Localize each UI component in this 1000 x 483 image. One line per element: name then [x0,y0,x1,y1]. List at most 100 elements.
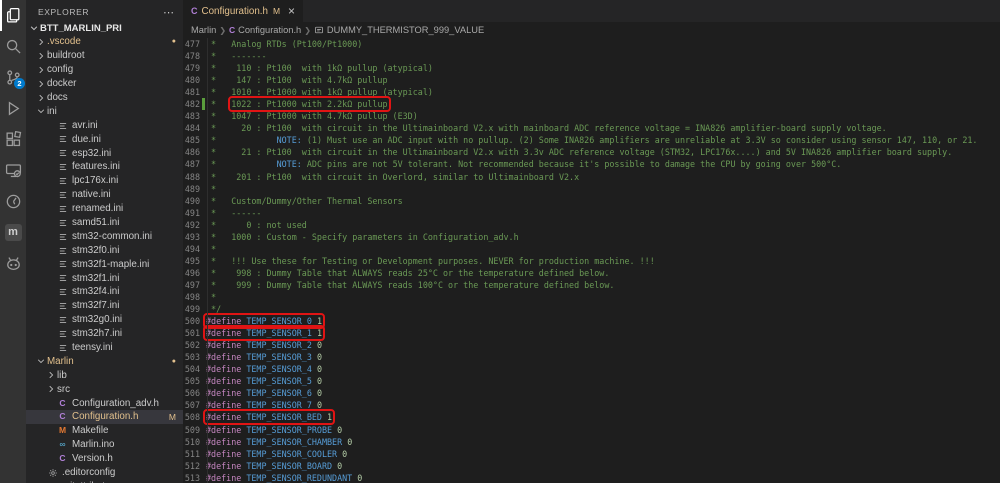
line-number[interactable]: 495 [183,255,200,267]
breadcrumb-item[interactable]: Configuration.h [238,25,301,35]
line-number[interactable]: 486 [183,146,200,158]
code-text: #define TEMP_SENSOR_0 1 [206,315,322,327]
gutter-indicator [202,171,205,183]
line-number[interactable]: 479 [183,62,200,74]
tree-item-teensy-ini[interactable]: teensy.ini [26,341,183,355]
line-number[interactable]: 485 [183,134,200,146]
line-number[interactable]: 496 [183,267,200,279]
code-editor[interactable]: 477 * Analog RTDs (Pt100/Pt1000)478 * --… [183,38,1000,483]
line-number[interactable]: 488 [183,171,200,183]
tree-item-samd51-ini[interactable]: samd51.ini [26,216,183,230]
tree-item-native-ini[interactable]: native.ini [26,188,183,202]
code-text: * 147 : Pt100 with 4.7kΩ pullup [206,74,388,86]
line-number[interactable]: 511 [183,448,200,460]
activity-timer-icon[interactable] [0,186,26,217]
tree-item-due-ini[interactable]: due.ini [26,132,183,146]
workspace-root[interactable]: BTT_MARLIN_PRI [26,21,183,35]
line-number[interactable]: 508 [183,411,200,423]
line-number[interactable]: 483 [183,110,200,122]
line-number[interactable]: 510 [183,436,200,448]
tree-item-configuration-h[interactable]: CConfiguration.hM [26,410,183,424]
close-icon[interactable]: × [288,6,295,16]
activity-search-icon[interactable] [0,31,26,62]
tree-item-label: esp32.ini [72,148,183,159]
tree-item-configuration-adv-h[interactable]: CConfiguration_adv.h [26,396,183,410]
tree-item-stm32f1-ini[interactable]: stm32f1.ini [26,271,183,285]
activity-explorer-icon[interactable] [0,0,26,31]
line-number[interactable]: 477 [183,38,200,50]
tree-item-makefile[interactable]: MMakefile [26,424,183,438]
activity-source-control-icon[interactable]: 2 [0,62,26,93]
tree-item-docs[interactable]: docs [26,91,183,105]
tree-item-stm32f0-ini[interactable]: stm32f0.ini [26,243,183,257]
line-number[interactable]: 507 [183,399,200,411]
tree-item-label: renamed.ini [72,203,183,214]
tree-item-stm32f7-ini[interactable]: stm32f7.ini [26,299,183,313]
tree-item--editorconfig[interactable]: .editorconfig [26,466,183,480]
line-number[interactable]: 478 [183,50,200,62]
tree-item-stm32-common-ini[interactable]: stm32-common.ini [26,229,183,243]
breadcrumb-item[interactable]: DUMMY_THERMISTOR_999_VALUE [327,25,484,35]
tree-item-ini[interactable]: ini [26,104,183,118]
tree-item-buildroot[interactable]: buildroot [26,49,183,63]
more-actions-icon[interactable]: ⋯ [163,6,175,19]
tree-item-marlin[interactable]: Marlin● [26,354,183,368]
tree-item-stm32f4-ini[interactable]: stm32f4.ini [26,285,183,299]
line-number[interactable]: 498 [183,291,200,303]
tree-item-label: lpc176x.ini [72,175,183,186]
tree-item-label: stm32h7.ini [72,328,183,339]
line-number[interactable]: 481 [183,86,200,98]
line-number[interactable]: 487 [183,158,200,170]
code-text: #define TEMP_SENSOR_PROBE 0 [206,424,342,436]
line-number[interactable]: 509 [183,424,200,436]
gutter-indicator [202,472,205,483]
line-number[interactable]: 490 [183,195,200,207]
tree-item--vscode[interactable]: .vscode● [26,35,183,49]
line-number[interactable]: 480 [183,74,200,86]
line-number[interactable]: 505 [183,375,200,387]
activity-platformio-icon[interactable] [0,248,26,279]
line-number[interactable]: 484 [183,122,200,134]
line-number[interactable]: 489 [183,183,200,195]
activity-extensions-icon[interactable] [0,124,26,155]
tree-item-version-h[interactable]: CVersion.h [26,452,183,466]
line-number[interactable]: 513 [183,472,200,483]
line-number[interactable]: 512 [183,460,200,472]
line-number[interactable]: 506 [183,387,200,399]
line-number[interactable]: 504 [183,363,200,375]
tree-item-marlin-ino[interactable]: ∞Marlin.ino [26,438,183,452]
line-number[interactable]: 491 [183,207,200,219]
tree-item-lpc176x-ini[interactable]: lpc176x.ini [26,174,183,188]
tree-item--gitattributes[interactable]: .gitattributes [26,480,183,483]
breadcrumb-item[interactable]: Marlin [191,25,216,35]
tree-item-stm32f1-maple-ini[interactable]: stm32f1-maple.ini [26,257,183,271]
line-number[interactable]: 494 [183,243,200,255]
activity-remote-explorer-icon[interactable] [0,155,26,186]
line-number[interactable]: 500 [183,315,200,327]
tree-item-stm32g0-ini[interactable]: stm32g0.ini [26,313,183,327]
line-number[interactable]: 499 [183,303,200,315]
line-number[interactable]: 482 [183,98,200,110]
tree-item-docker[interactable]: docker [26,77,183,91]
activity-run-and-debug-icon[interactable] [0,93,26,124]
line-number[interactable]: 501 [183,327,200,339]
tree-item-features-ini[interactable]: features.ini [26,160,183,174]
tree-item-src[interactable]: src [26,382,183,396]
code-text: * 998 : Dummy Table that ALWAYS reads 25… [206,267,609,279]
tab-configuration-h[interactable]: C Configuration.h M × [183,0,303,22]
tree-item-lib[interactable]: lib [26,368,183,382]
tree-item-avr-ini[interactable]: avr.ini [26,118,183,132]
line-number[interactable]: 502 [183,339,200,351]
code-text: #define TEMP_SENSOR_REDUNDANT 0 [206,472,362,483]
tree-item-stm32h7-ini[interactable]: stm32h7.ini [26,327,183,341]
activity-marlin-icon[interactable]: m [0,217,26,248]
line-number[interactable]: 503 [183,351,200,363]
chevron-right-icon [46,384,56,394]
tree-item-esp32-ini[interactable]: esp32.ini [26,146,183,160]
line-number[interactable]: 493 [183,231,200,243]
tree-item-config[interactable]: config [26,63,183,77]
line-number[interactable]: 497 [183,279,200,291]
line-number[interactable]: 492 [183,219,200,231]
code-line: 489 * [183,183,1000,195]
tree-item-renamed-ini[interactable]: renamed.ini [26,202,183,216]
